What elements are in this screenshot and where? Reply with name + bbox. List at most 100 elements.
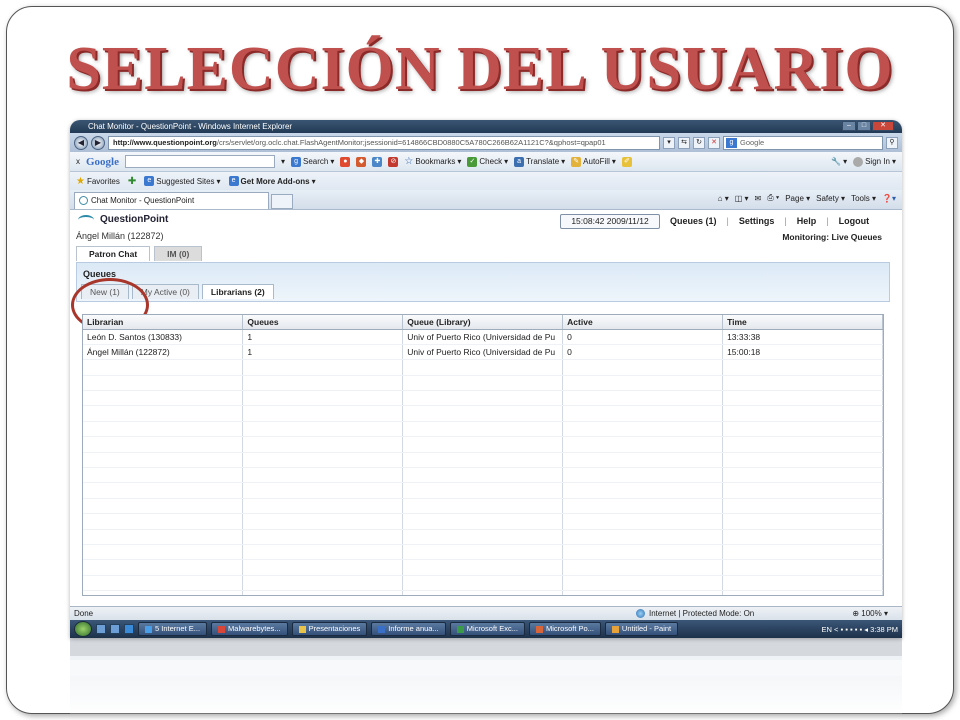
queues-panel: Queues New (1) My Active (0) Librarians … xyxy=(71,262,890,332)
close-icon[interactable]: ✕ xyxy=(872,121,894,131)
taskbar-item-word[interactable]: Informe anua... xyxy=(371,622,446,636)
refresh-icon[interactable]: ↻ xyxy=(693,136,705,149)
user-icon xyxy=(853,156,864,167)
queues-link[interactable]: Queues (1) xyxy=(670,216,717,226)
word-icon xyxy=(378,625,386,633)
pencil-icon[interactable]: ✐ xyxy=(621,156,632,167)
toolbar-close-icon[interactable]: x xyxy=(76,157,80,166)
taskbar-label: Microsoft Exc... xyxy=(466,624,518,633)
back-icon[interactable]: ◀ xyxy=(74,135,88,150)
table-row-empty xyxy=(83,359,883,376)
tab-librarians[interactable]: Librarians (2) xyxy=(201,284,274,299)
get-addons-link[interactable]: e Get More Add-ons ▾ xyxy=(228,176,316,186)
column-header-queues[interactable]: Queues xyxy=(242,315,404,330)
new-tab-button[interactable] xyxy=(271,194,293,209)
empty-cell xyxy=(242,482,404,499)
zoom-label: 100% xyxy=(861,609,882,618)
mail-icon[interactable]: ✉ xyxy=(755,194,762,203)
column-header-time[interactable]: Time xyxy=(722,315,883,330)
help-link[interactable]: Help xyxy=(797,216,817,226)
language-indicator[interactable]: EN xyxy=(822,625,832,634)
globe-icon xyxy=(636,609,645,618)
empty-cell xyxy=(83,452,244,469)
toolbar-settings-button[interactable]: 🔧 ▾ xyxy=(831,157,847,166)
taskbar-item-folder[interactable]: Presentaciones xyxy=(291,622,368,636)
logout-link[interactable]: Logout xyxy=(839,216,870,226)
page-menu[interactable]: Page ▾ xyxy=(785,194,810,203)
tools-menu[interactable]: Tools ▾ xyxy=(851,194,876,203)
google-toolbar: x Google ▾ g Search ▾ ● ◆ ✚ ⊘ ☆ Bookmarks … xyxy=(70,152,902,172)
column-header-librarian[interactable]: Librarian xyxy=(83,315,244,330)
empty-cell xyxy=(402,544,564,561)
help-icon[interactable]: ❓▾ xyxy=(882,194,896,203)
start-button[interactable] xyxy=(74,621,92,637)
safety-menu[interactable]: Safety ▾ xyxy=(816,194,845,203)
favorites-button[interactable]: ★ Favorites xyxy=(76,176,120,187)
translate-icon: a xyxy=(514,156,525,167)
browser-tab[interactable]: Chat Monitor - QuestionPoint xyxy=(74,192,269,209)
table-row-empty xyxy=(83,436,883,453)
google-search-button[interactable]: g Search ▾ xyxy=(291,156,334,167)
bookmarks-button[interactable]: ☆ Bookmarks ▾ xyxy=(404,156,461,167)
google-search-icon: g xyxy=(726,137,737,148)
search-icon[interactable]: ⚲ xyxy=(886,136,898,149)
sign-in-button[interactable]: Sign In ▾ xyxy=(853,156,896,167)
pagerank-icon[interactable]: ◆ xyxy=(356,156,367,167)
empty-cell xyxy=(722,452,883,469)
taskbar-item-malwarebytes[interactable]: Malwarebytes... xyxy=(211,622,288,636)
tray-clock[interactable]: 3:38 PM xyxy=(870,625,898,634)
quicklaunch-icon[interactable] xyxy=(110,624,120,634)
suggested-sites-link[interactable]: e Suggested Sites ▾ xyxy=(144,176,221,186)
home-icon[interactable]: ⌂ ▾ xyxy=(718,194,729,203)
empty-cell xyxy=(722,390,883,407)
taskbar-item-excel[interactable]: Microsoft Exc... xyxy=(449,622,525,636)
tab-patron-chat[interactable]: Patron Chat xyxy=(76,246,151,261)
translate-button[interactable]: a Translate ▾ xyxy=(514,156,565,167)
tab-im[interactable]: IM (0) xyxy=(154,246,203,261)
popup-blocker-icon[interactable]: ● xyxy=(340,156,351,167)
forward-icon[interactable]: ▶ xyxy=(91,135,105,150)
spell-check-button[interactable]: ✓ Check ▾ xyxy=(467,156,508,167)
minimize-icon[interactable]: – xyxy=(842,121,856,131)
taskbar-label: Microsoft Po... xyxy=(545,624,594,633)
empty-cell xyxy=(242,421,404,438)
print-icon[interactable]: ⎙ ▾ xyxy=(767,193,779,203)
empty-cell xyxy=(242,375,404,392)
add-favorite-icon[interactable]: ✚ xyxy=(128,176,136,187)
questionpoint-logo: QuestionPoint xyxy=(78,214,168,225)
taskbar-item-ie[interactable]: 5 Internet E... xyxy=(138,622,208,636)
suggested-label: Suggested Sites xyxy=(156,176,215,186)
url-path: /crs/servlet/org.oclc.chat.FlashAgentMon… xyxy=(216,137,606,147)
cell-active: 0 xyxy=(562,344,724,361)
maximize-icon[interactable]: □ xyxy=(857,121,871,131)
empty-cell xyxy=(242,529,404,545)
taskbar-item-paint[interactable]: Untitled - Paint xyxy=(604,622,679,636)
autofill-button[interactable]: ✎ AutoFill ▾ xyxy=(571,156,616,167)
empty-cell xyxy=(242,513,404,530)
toolbar-dropdown-icon[interactable]: ▾ xyxy=(281,157,285,166)
stop-icon[interactable]: ✕ xyxy=(708,136,720,149)
column-header-queue-library[interactable]: Queue (Library) xyxy=(402,315,564,330)
security-zone[interactable]: Internet | Protected Mode: On xyxy=(636,607,754,620)
taskbar-item-powerpoint[interactable]: Microsoft Po... xyxy=(528,622,601,636)
show-desktop-icon[interactable] xyxy=(96,624,106,634)
status-text: Done xyxy=(74,609,94,618)
share-icon[interactable]: ✚ xyxy=(372,156,383,167)
empty-cell xyxy=(562,467,724,484)
url-field[interactable]: http://www.questionpoint.org/crs/servlet… xyxy=(108,135,660,150)
feeds-icon[interactable]: ◫ ▾ xyxy=(735,194,749,203)
empty-cell xyxy=(402,482,564,499)
empty-cell xyxy=(562,529,724,545)
google-toolbar-input[interactable] xyxy=(125,155,275,168)
dropdown-icon[interactable]: ▾ xyxy=(663,136,675,149)
settings-link[interactable]: Settings xyxy=(739,216,775,226)
table-row[interactable]: Ángel Millán (122872) 1 Univ of Puerto R… xyxy=(83,344,883,361)
column-header-active[interactable]: Active xyxy=(562,315,724,330)
search-input[interactable]: g Google xyxy=(723,135,883,150)
table-row[interactable]: León D. Santos (130833) 1 Univ of Puerto… xyxy=(83,329,883,345)
zoom-control[interactable]: ⊕ 100% ▾ xyxy=(852,607,888,620)
ie-quicklaunch-icon[interactable] xyxy=(124,624,134,634)
compat-icon[interactable]: ⇆ xyxy=(678,136,690,149)
window-controls: – □ ✕ xyxy=(842,121,894,131)
block-icon[interactable]: ⊘ xyxy=(388,156,399,167)
